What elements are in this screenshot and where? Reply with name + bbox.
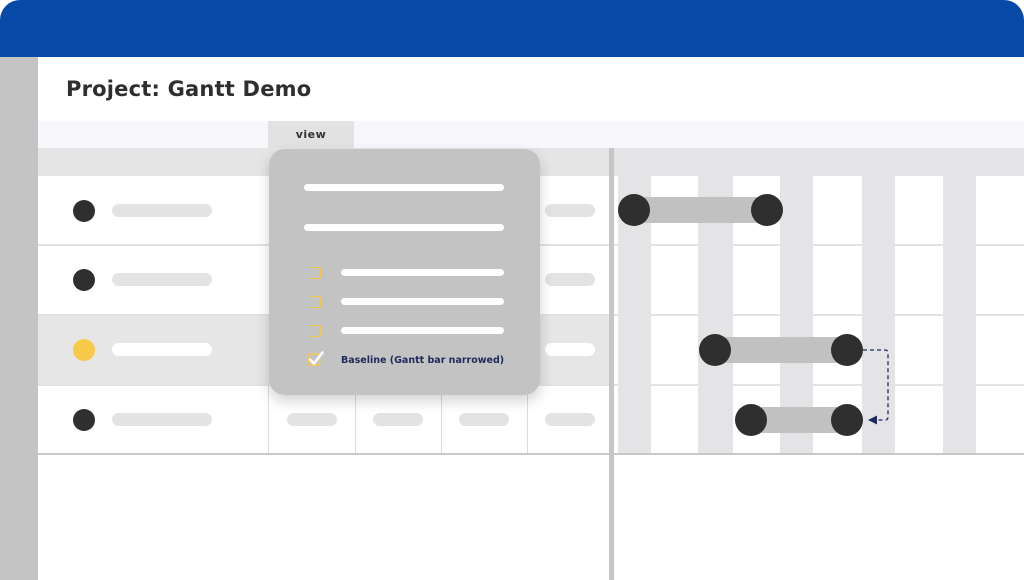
task-name-placeholder: [112, 343, 212, 356]
cell-placeholder: [459, 413, 509, 426]
column-divider: [441, 386, 442, 453]
checkbox-unchecked[interactable]: [309, 267, 321, 279]
task-name-placeholder: [112, 413, 212, 426]
menu-item-placeholder[interactable]: [304, 184, 504, 191]
toolbar: [38, 121, 1024, 148]
menu-option-baseline-label[interactable]: Baseline (Gantt bar narrowed): [341, 355, 504, 366]
gantt-bar-start-handle[interactable]: [618, 194, 650, 226]
task-name-placeholder: [112, 204, 212, 217]
gantt-timeline-header: [614, 148, 1024, 176]
menu-item-placeholder[interactable]: [304, 224, 504, 231]
gantt-bar-task-3[interactable]: [715, 337, 847, 363]
dependency-arrow-icon: [863, 349, 889, 425]
row-status-dot: [73, 409, 95, 431]
column-divider: [355, 386, 356, 453]
cell-placeholder: [545, 204, 595, 217]
app-header-bar: [0, 0, 1024, 57]
cell-placeholder: [287, 413, 337, 426]
row-status-dot: [73, 200, 95, 222]
cell-placeholder: [545, 343, 595, 356]
gantt-bar-end-handle[interactable]: [751, 194, 783, 226]
cell-placeholder: [373, 413, 423, 426]
menu-option-label: [341, 298, 504, 305]
checkbox-checked[interactable]: [307, 350, 325, 368]
menu-option-label: [341, 327, 504, 334]
gantt-bar-task-1[interactable]: [634, 197, 767, 223]
table-bottom-border: [38, 453, 1024, 455]
row-status-dot: [73, 269, 95, 291]
column-divider: [268, 386, 269, 453]
gantt-column: [943, 176, 976, 453]
checkbox-unchecked[interactable]: [309, 325, 321, 337]
menu-option-label: [341, 269, 504, 276]
gantt-bar-start-handle[interactable]: [735, 404, 767, 436]
left-sidebar: [0, 57, 38, 580]
page-title: Project: Gantt Demo: [66, 77, 312, 101]
gantt-bar-start-handle[interactable]: [699, 334, 731, 366]
cell-placeholder: [545, 273, 595, 286]
grid-gantt-splitter[interactable]: [609, 148, 614, 580]
cell-placeholder: [545, 413, 595, 426]
column-divider: [527, 386, 528, 453]
tab-view[interactable]: view: [268, 121, 354, 148]
row-status-dot-highlighted: [73, 339, 95, 361]
checkbox-unchecked[interactable]: [309, 296, 321, 308]
task-name-placeholder: [112, 273, 212, 286]
